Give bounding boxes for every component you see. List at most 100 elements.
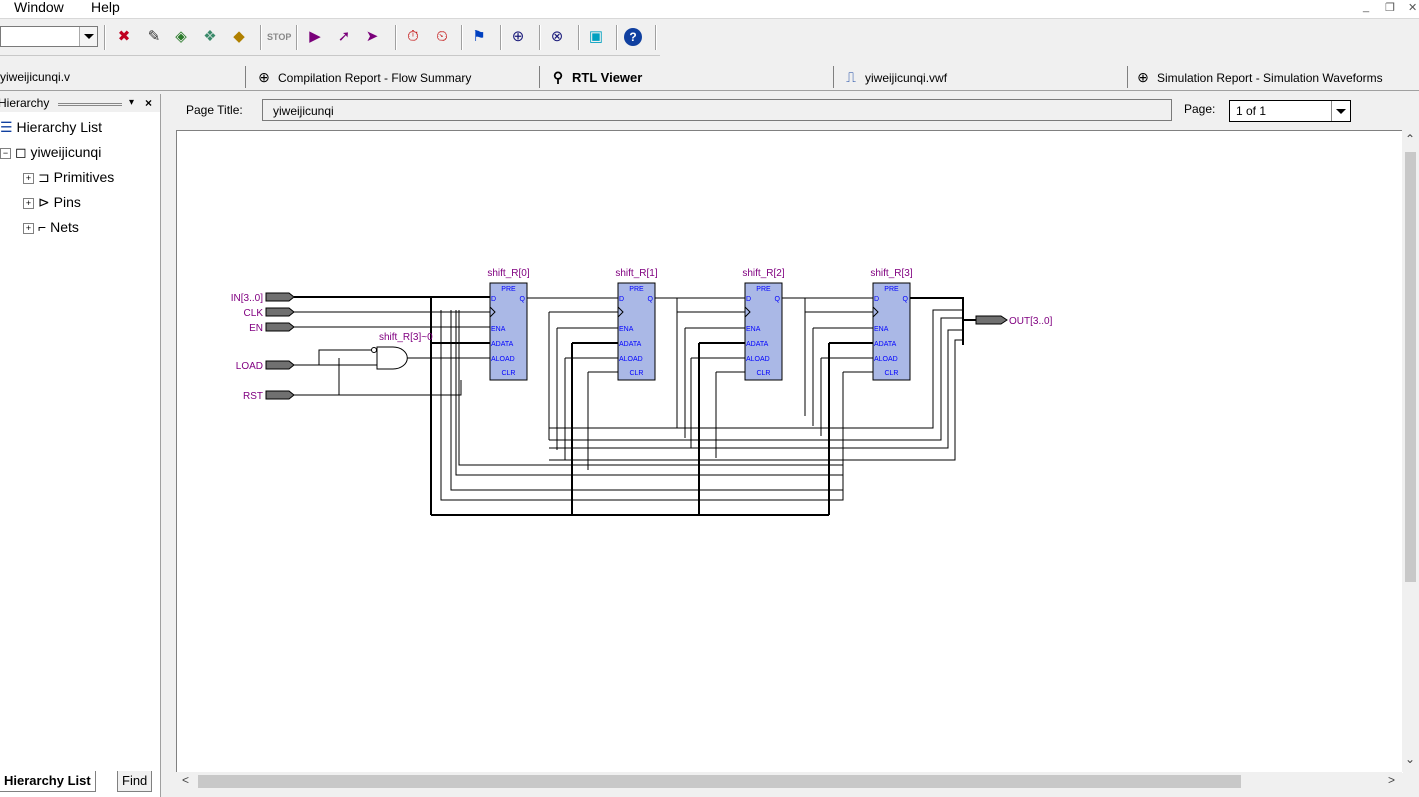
port-label: ADATA	[746, 341, 769, 348]
input-pin-label: CLK	[244, 308, 264, 319]
scroll-down-icon[interactable]: ⌄	[1405, 752, 1415, 766]
input-pin-label: LOAD	[236, 361, 263, 372]
scroll-right-icon[interactable]: >	[1388, 773, 1395, 787]
tab-find[interactable]: Find	[117, 771, 153, 792]
tab-rtl-viewer[interactable]: ⚲ RTL Viewer	[550, 64, 642, 90]
tree-primitives[interactable]: + ⊐ Primitives	[23, 169, 114, 186]
analysis-icon[interactable]: ➚	[334, 27, 354, 47]
page-title-field[interactable]: yiweijicunqi	[262, 99, 1172, 121]
tab-compilation-report[interactable]: ⊕ Compilation Report - Flow Summary	[256, 64, 471, 90]
wire	[910, 297, 964, 345]
revision-combo[interactable]	[0, 26, 98, 47]
input-pin	[265, 322, 295, 332]
panel-title: Hierarchy	[0, 96, 50, 110]
report-icon: ⊕	[258, 69, 270, 85]
menu-window[interactable]: Window	[14, 0, 64, 15]
inverter-bubble	[371, 347, 377, 353]
panel-menu-icon[interactable]: ▾	[129, 94, 134, 112]
restore-icon[interactable]: ❐	[1385, 1, 1395, 14]
port-label: CLR	[629, 370, 643, 377]
port-label: ALOAD	[874, 356, 898, 363]
menu-help[interactable]: Help	[91, 0, 120, 15]
port-label: ENA	[619, 326, 634, 333]
minimize-icon[interactable]: _	[1363, 1, 1369, 13]
programmer-icon[interactable]: ▣	[586, 27, 606, 47]
settings-icon[interactable]: ◈	[171, 27, 191, 47]
output-pin-label: OUT[3..0]	[1009, 316, 1053, 327]
expand-icon[interactable]: +	[23, 198, 34, 209]
input-pin-label: RST	[243, 391, 263, 402]
gate-label: shift_R[3]~0	[379, 332, 433, 343]
tab-simulation-report[interactable]: ⊕ Simulation Report - Simulation Waveform…	[1135, 64, 1383, 90]
scroll-thumb[interactable]	[198, 775, 1241, 788]
horizontal-scrollbar[interactable]: < >	[176, 772, 1402, 790]
chevron-down-icon[interactable]	[79, 27, 97, 46]
scroll-left-icon[interactable]: <	[182, 773, 189, 787]
expand-icon[interactable]: +	[23, 223, 34, 234]
timequest-icon[interactable]: ⏲	[432, 27, 452, 47]
tree-design[interactable]: − ◻ yiweijicunqi	[0, 144, 101, 161]
stop-icon[interactable]: STOP	[267, 27, 291, 47]
close-icon[interactable]: ×	[145, 94, 152, 112]
port-label: Q	[775, 296, 781, 303]
schematic-canvas[interactable]: IN[3..0] CLK EN LOAD RST OUT[3..0] shift_R[3]~…	[176, 130, 1403, 773]
tab-hierarchy-list[interactable]: Hierarchy List	[0, 771, 96, 792]
register-label: shift_R[3]	[870, 268, 912, 279]
collapse-icon[interactable]: −	[0, 148, 11, 159]
tab-verilog-file[interactable]: yiweijicunqi.v	[0, 64, 70, 90]
port-label: ADATA	[874, 341, 897, 348]
port-label: D	[874, 296, 879, 303]
port-label: PRE	[629, 286, 644, 293]
port-label: D	[619, 296, 624, 303]
port-label: ADATA	[619, 341, 642, 348]
port-label: ENA	[874, 326, 889, 333]
timing-analyzer-icon[interactable]: ⏱	[403, 27, 423, 47]
vertical-scrollbar[interactable]: ⌃ ⌄	[1402, 130, 1419, 772]
report-icon: ⊕	[1137, 69, 1149, 85]
page-select[interactable]: 1 of 1	[1229, 100, 1351, 122]
start-analysis-icon[interactable]: ➤	[362, 27, 382, 47]
and-gate	[376, 346, 408, 370]
port-label: ENA	[491, 326, 506, 333]
port-label: PRE	[884, 286, 899, 293]
port-label: Q	[648, 296, 654, 303]
port-label: ALOAD	[491, 356, 515, 363]
page-label: Page:	[1184, 102, 1216, 116]
port-label: D	[746, 296, 751, 303]
chevron-down-icon[interactable]	[1331, 101, 1350, 121]
assignment-editor-icon[interactable]: ✖	[114, 27, 134, 47]
port-label: Q	[903, 296, 909, 303]
port-label: ADATA	[491, 341, 514, 348]
port-label: ENA	[746, 326, 761, 333]
scroll-up-icon[interactable]: ⌃	[1405, 132, 1415, 146]
pin-planner-icon[interactable]: ✎	[144, 27, 164, 47]
help-icon[interactable]: ?	[624, 28, 642, 46]
fitter-icon[interactable]: ⚑	[469, 27, 489, 47]
simulator-icon[interactable]: ⊗	[547, 27, 567, 47]
tree-root[interactable]: ☰ Hierarchy List	[0, 119, 102, 136]
expand-icon[interactable]: +	[23, 173, 34, 184]
register-label: shift_R[2]	[742, 268, 784, 279]
start-compilation-icon[interactable]: ▶	[305, 27, 325, 47]
page-title-label: Page Title:	[186, 103, 243, 117]
input-pin	[265, 390, 295, 400]
chip-planner-icon[interactable]: ◆	[229, 27, 249, 47]
port-label: PRE	[501, 286, 516, 293]
waveform-icon: ⎍	[846, 69, 856, 85]
design-partitions-icon[interactable]: ❖	[200, 27, 220, 47]
pin-icon: ⊳	[38, 194, 50, 210]
tree-pins[interactable]: + ⊳ Pins	[23, 194, 81, 211]
net-icon: ⌐	[38, 219, 47, 235]
port-label: ALOAD	[746, 356, 770, 363]
input-pin	[265, 307, 295, 317]
close-icon[interactable]: ✕	[1408, 1, 1417, 14]
page-bar: Page Title: yiweijicunqi Page: 1 of 1	[176, 94, 1419, 128]
assembler-icon[interactable]: ⊕	[508, 27, 528, 47]
port-label: CLR	[501, 370, 515, 377]
tree-nets[interactable]: + ⌐ Nets	[23, 219, 79, 235]
tab-vwf-file[interactable]: ⎍ yiweijicunqi.vwf	[843, 64, 947, 90]
output-pin	[975, 315, 1008, 325]
scroll-thumb[interactable]	[1405, 152, 1416, 582]
input-pin-label: IN[3..0]	[231, 293, 263, 304]
primitive-icon: ⊐	[38, 169, 50, 185]
